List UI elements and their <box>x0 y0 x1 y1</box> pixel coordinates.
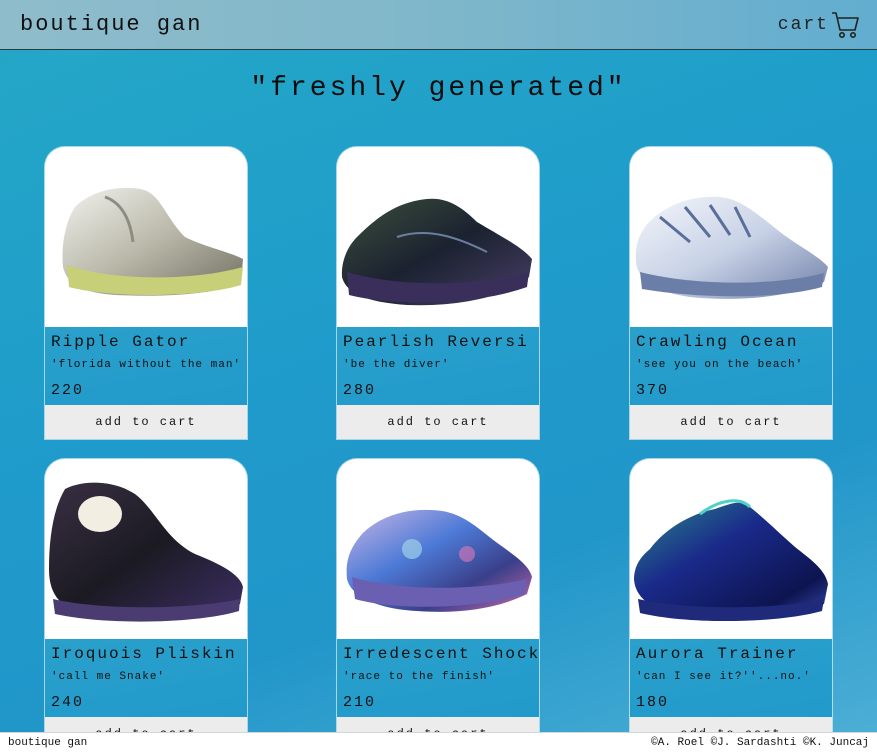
product-card: Ripple Gator 'florida without the man' 2… <box>45 147 247 439</box>
site-footer: boutique gan ©A. Roel ©J. Sardashti ©K. … <box>0 732 877 754</box>
product-name[interactable]: Pearlish Reversi <box>343 333 529 351</box>
product-price: 370 <box>636 382 670 399</box>
product-image[interactable] <box>45 459 247 639</box>
product-card: Pearlish Reversi 'be the diver' 280 add … <box>337 147 539 439</box>
product-card: Irredescent Shock 'race to the finish' 2… <box>337 459 539 751</box>
shopping-cart-icon[interactable] <box>831 10 859 40</box>
product-info: Iroquois Pliskin 'call me Snake' 240 <box>45 639 247 717</box>
add-to-cart-button[interactable]: add to cart <box>337 405 539 439</box>
product-tagline: 'be the diver' <box>343 359 450 371</box>
brand-logo-text[interactable]: boutique gan <box>20 12 202 37</box>
product-tagline: 'race to the finish' <box>343 671 496 683</box>
footer-brand: boutique gan <box>8 737 88 749</box>
footer-credits: ©A. Roel ©J. Sardashti ©K. Juncaj <box>651 737 869 749</box>
product-name[interactable]: Crawling Ocean <box>636 333 798 351</box>
product-image[interactable] <box>630 459 832 639</box>
product-tagline: 'can I see it?''...no.' <box>636 671 811 683</box>
product-price: 220 <box>51 382 85 399</box>
product-info: Crawling Ocean 'see you on the beach' 37… <box>630 327 832 405</box>
product-image[interactable] <box>337 459 539 639</box>
product-info: Aurora Trainer 'can I see it?''...no.' 1… <box>630 639 832 717</box>
cart-link[interactable]: cart <box>778 10 859 40</box>
product-tagline: 'call me Snake' <box>51 671 166 683</box>
product-image[interactable] <box>45 147 247 327</box>
product-card: Iroquois Pliskin 'call me Snake' 240 add… <box>45 459 247 751</box>
product-name[interactable]: Aurora Trainer <box>636 645 798 663</box>
product-image[interactable] <box>337 147 539 327</box>
product-price: 210 <box>343 694 377 711</box>
product-name[interactable]: Ripple Gator <box>51 333 190 351</box>
product-info: Pearlish Reversi 'be the diver' 280 <box>337 327 539 405</box>
cart-label[interactable]: cart <box>778 15 829 35</box>
product-tagline: 'florida without the man' <box>51 359 242 371</box>
product-info: Ripple Gator 'florida without the man' 2… <box>45 327 247 405</box>
product-info: Irredescent Shock 'race to the finish' 2… <box>337 639 539 717</box>
product-card: Crawling Ocean 'see you on the beach' 37… <box>630 147 832 439</box>
product-price: 280 <box>343 382 377 399</box>
product-image[interactable] <box>630 147 832 327</box>
product-name[interactable]: Iroquois Pliskin <box>51 645 237 663</box>
add-to-cart-button[interactable]: add to cart <box>45 405 247 439</box>
product-name[interactable]: Irredescent Shock <box>343 645 539 663</box>
add-to-cart-button[interactable]: add to cart <box>630 405 832 439</box>
product-price: 180 <box>636 694 670 711</box>
product-card: Aurora Trainer 'can I see it?''...no.' 1… <box>630 459 832 751</box>
page-title: "freshly generated" <box>250 73 627 104</box>
product-tagline: 'see you on the beach' <box>636 359 804 371</box>
site-header: boutique gan cart <box>0 0 877 50</box>
product-price: 240 <box>51 694 85 711</box>
